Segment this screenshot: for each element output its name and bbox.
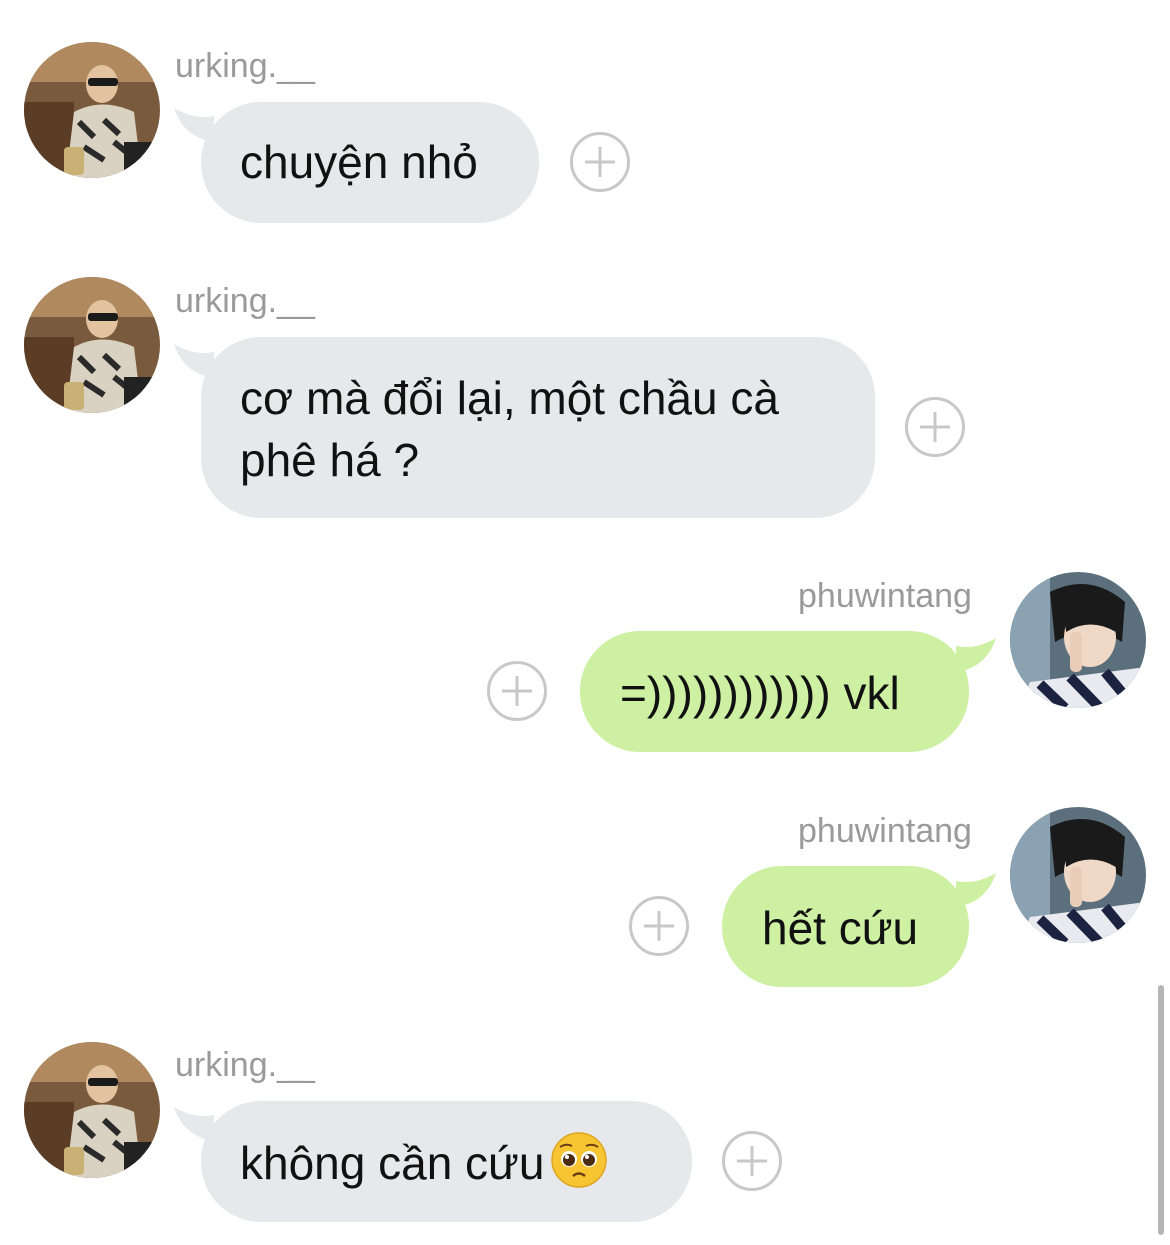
- avatar-urking[interactable]: [24, 1042, 160, 1178]
- message-bubble[interactable]: =)))))))))))) vkl: [580, 631, 969, 752]
- avatar-phuwintang[interactable]: [1010, 807, 1146, 943]
- scrollbar[interactable]: [1158, 985, 1164, 1235]
- message-text-line: phê há ?: [240, 434, 420, 486]
- message-text: chuyện nhỏ: [240, 136, 478, 188]
- add-reaction-icon[interactable]: [570, 132, 630, 192]
- message-text-line: cơ mà đổi lại, một chầu cà: [240, 372, 779, 424]
- message-bubble[interactable]: chuyện nhỏ: [201, 102, 539, 223]
- avatar-urking[interactable]: [24, 42, 160, 178]
- message-text: hết cứu: [762, 902, 919, 954]
- sender-name: phuwintang: [798, 577, 972, 615]
- message-bubble[interactable]: hết cứu: [722, 866, 969, 987]
- add-reaction-icon[interactable]: [722, 1131, 782, 1191]
- sender-name: urking.__: [175, 47, 315, 85]
- message-text: không cần cứu: [240, 1137, 545, 1189]
- sender-name: urking.__: [175, 1046, 315, 1084]
- message-text: =)))))))))))) vkl: [620, 667, 900, 719]
- message-bubble[interactable]: cơ mà đổi lại, một chầu cà phê há ?: [201, 337, 875, 518]
- message-bubble[interactable]: không cần cứu: [201, 1101, 692, 1222]
- add-reaction-icon[interactable]: [487, 661, 547, 721]
- sender-name: phuwintang: [798, 812, 972, 850]
- avatar-phuwintang[interactable]: [1010, 572, 1146, 708]
- sender-name: urking.__: [175, 282, 315, 320]
- add-reaction-icon[interactable]: [629, 896, 689, 956]
- avatar-urking[interactable]: [24, 277, 160, 413]
- pleading-face-emoji: [550, 1131, 608, 1189]
- add-reaction-icon[interactable]: [905, 397, 965, 457]
